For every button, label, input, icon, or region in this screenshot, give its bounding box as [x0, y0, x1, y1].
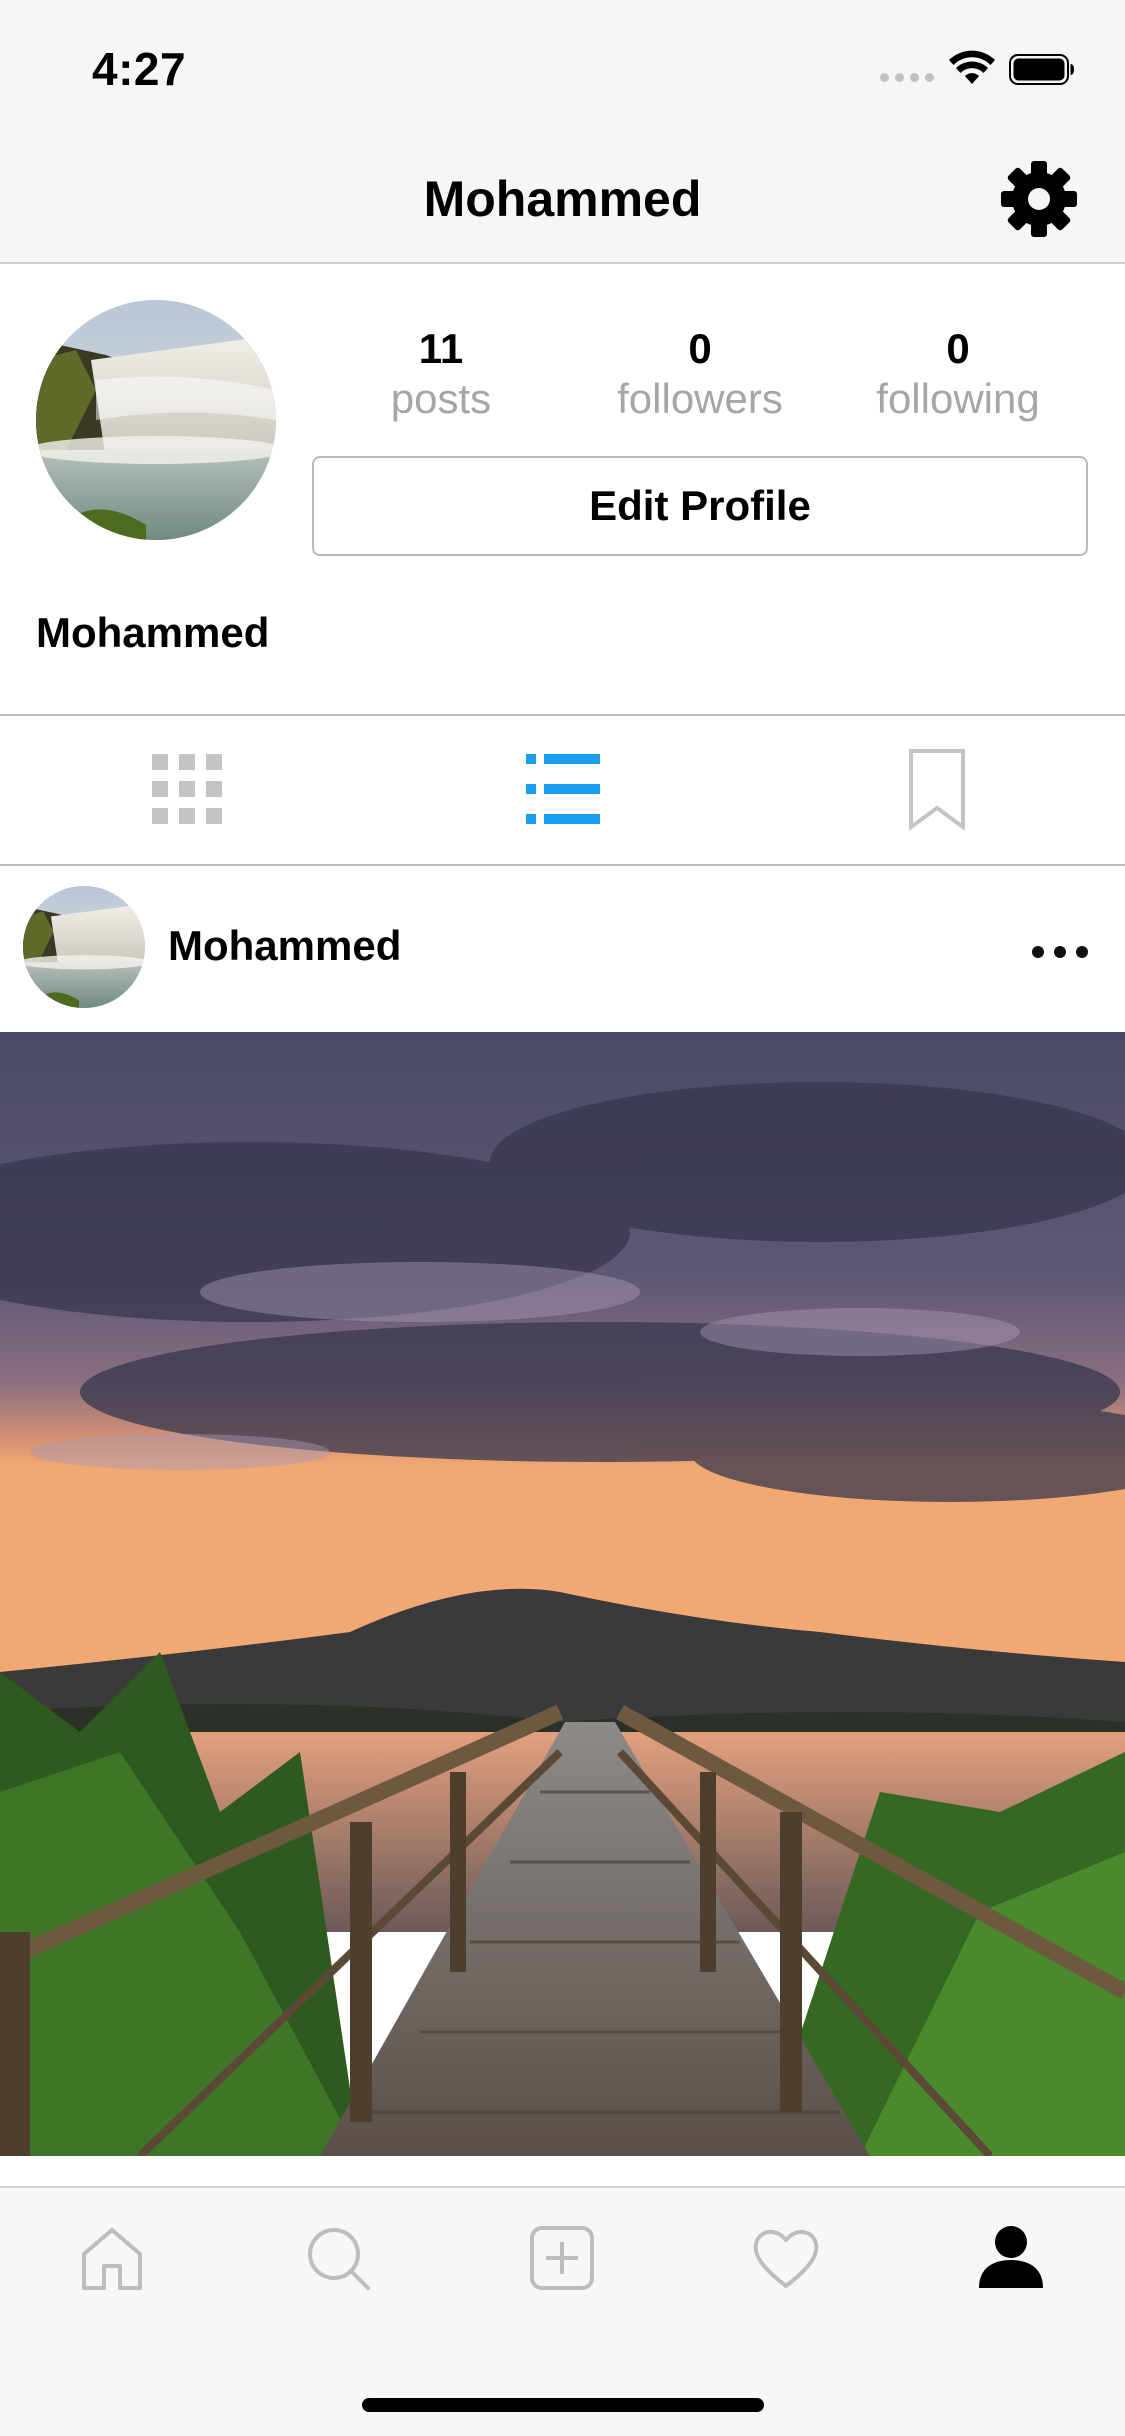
post-author-avatar[interactable] — [23, 886, 145, 1008]
profile-icon[interactable] — [975, 2222, 1047, 2294]
edit-profile-button[interactable]: Edit Profile — [312, 456, 1088, 556]
heart-icon[interactable] — [750, 2222, 822, 2294]
page-title: Mohammed — [423, 171, 702, 227]
grid-icon[interactable] — [152, 754, 222, 824]
following-label: following — [876, 375, 1040, 422]
bookmark-icon[interactable] — [908, 748, 966, 830]
waterfall-photo — [36, 300, 276, 540]
waterfall-photo — [23, 886, 145, 1008]
profile-avatar[interactable] — [36, 300, 276, 540]
list-icon[interactable] — [526, 752, 600, 826]
gear-icon[interactable] — [998, 158, 1080, 240]
cellular-signal-icon — [880, 73, 936, 83]
wifi-icon — [949, 50, 995, 84]
post-image[interactable] — [0, 1032, 1125, 2156]
followers-label: followers — [617, 375, 783, 422]
more-icon[interactable] — [1032, 946, 1088, 960]
following-count[interactable]: 0 — [858, 325, 1058, 373]
status-time: 4:27 — [92, 43, 187, 95]
sunset-boardwalk-photo — [0, 1032, 1125, 2156]
profile-display-name: Mohammed — [36, 609, 270, 656]
battery-icon — [1009, 54, 1074, 85]
home-icon[interactable] — [76, 2222, 148, 2294]
followers-count[interactable]: 0 — [600, 325, 800, 373]
post-username[interactable]: Mohammed — [168, 922, 401, 970]
home-indicator — [362, 2398, 764, 2412]
add-icon[interactable] — [526, 2222, 598, 2294]
posts-count[interactable]: 11 — [341, 325, 541, 373]
search-icon[interactable] — [302, 2222, 374, 2294]
posts-label: posts — [390, 375, 492, 422]
